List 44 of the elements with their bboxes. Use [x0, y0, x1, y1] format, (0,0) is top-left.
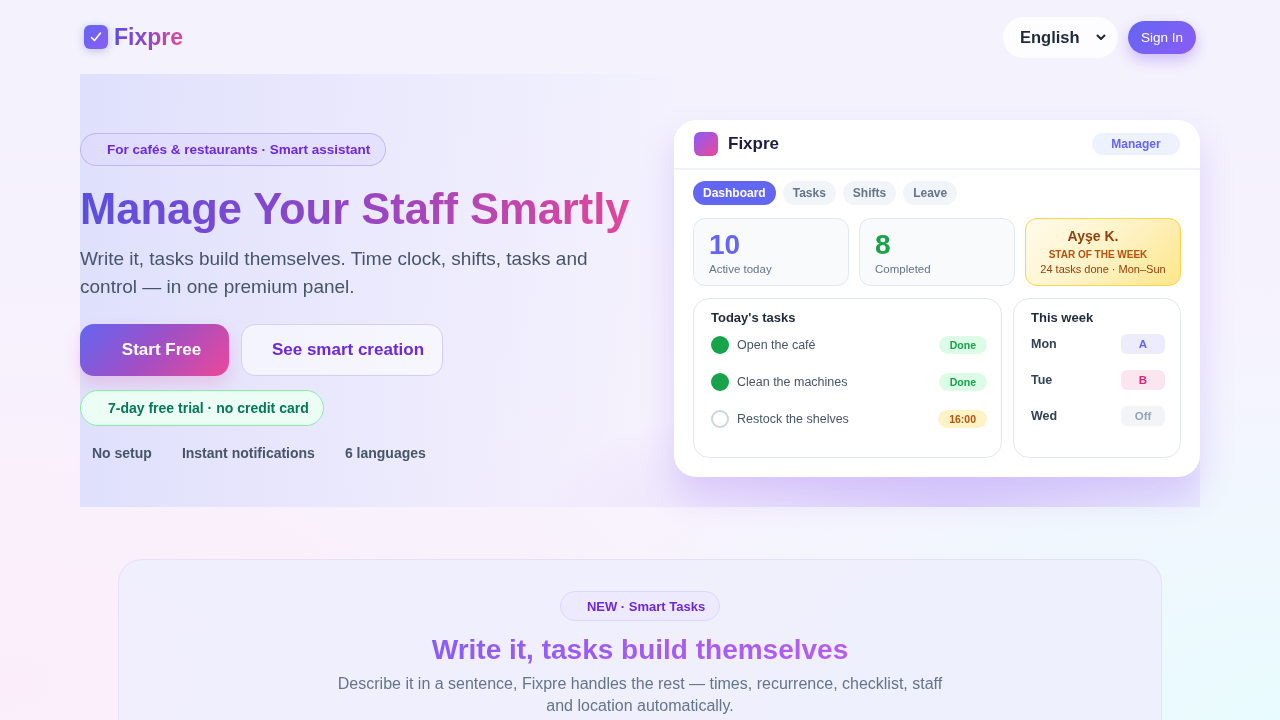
- award-title: STAR OF THE WEEK: [1047, 249, 1149, 260]
- feature-label: No setup: [92, 445, 152, 461]
- day-label: Mon: [1031, 337, 1057, 351]
- award-detail: 24 tasks done · Mon–Sun: [1039, 263, 1167, 275]
- filled-circle-icon[interactable]: [711, 372, 729, 391]
- role-badge: Manager: [1092, 133, 1180, 155]
- day-label: Tue: [1031, 373, 1053, 387]
- tab[interactable]: Shifts: [842, 181, 897, 205]
- audience-badge: For cafés & restaurants · Smart assistant: [80, 133, 387, 166]
- trial-badge: 7-day free trial · no credit card: [80, 390, 324, 426]
- language-select[interactable]: English: [1003, 16, 1118, 58]
- smart-creation-button[interactable]: See smart creation: [241, 324, 443, 376]
- filled-circle-icon[interactable]: [711, 335, 729, 354]
- app-name: Fixpre: [728, 134, 781, 154]
- employee-name: Ayşe K.: [1066, 228, 1120, 244]
- shift-badge: Off: [1121, 406, 1165, 426]
- start-free-button[interactable]: Start Free: [80, 324, 229, 376]
- task-label: Restock the shelves: [737, 411, 850, 426]
- tasks-title: Today's tasks: [711, 310, 797, 326]
- shift-badge: A: [1121, 334, 1165, 354]
- new-feature-badge: NEW · Smart Tasks: [559, 591, 721, 621]
- section-description: Describe it in a sentence, Fixpre handles the rest — times, recurrence, checklist, staff and location automatically.: [336, 674, 944, 716]
- square-logo-icon: [694, 132, 718, 156]
- status-badge: 16:00: [938, 409, 987, 428]
- feature-label: Instant notifications: [181, 445, 315, 461]
- stat-value: 8: [875, 229, 892, 261]
- stat-value: 10: [709, 229, 742, 261]
- task-label: Open the café: [737, 337, 817, 352]
- stat-label: Completed: [875, 263, 932, 275]
- week-title: This week: [1031, 310, 1095, 326]
- shift-badge: B: [1121, 370, 1165, 390]
- chevron-down-icon: [1096, 33, 1106, 41]
- sign-in-button[interactable]: Sign In: [1128, 20, 1196, 54]
- feature-label: 6 languages: [344, 445, 426, 461]
- task-label: Clean the machines: [737, 374, 849, 389]
- tab[interactable]: Leave: [903, 181, 958, 205]
- day-label: Wed: [1031, 409, 1058, 423]
- status-badge: Done: [938, 372, 987, 391]
- hero-subtitle: Write it, tasks build themselves. Time clock, shifts, tasks and control — in one premium panel.: [80, 247, 589, 299]
- check-logo-icon: [84, 25, 108, 49]
- tab[interactable]: Dashboard: [693, 181, 776, 205]
- status-badge: Done: [938, 335, 987, 354]
- stat-label: Active today: [709, 263, 773, 275]
- tab[interactable]: Tasks: [782, 181, 836, 205]
